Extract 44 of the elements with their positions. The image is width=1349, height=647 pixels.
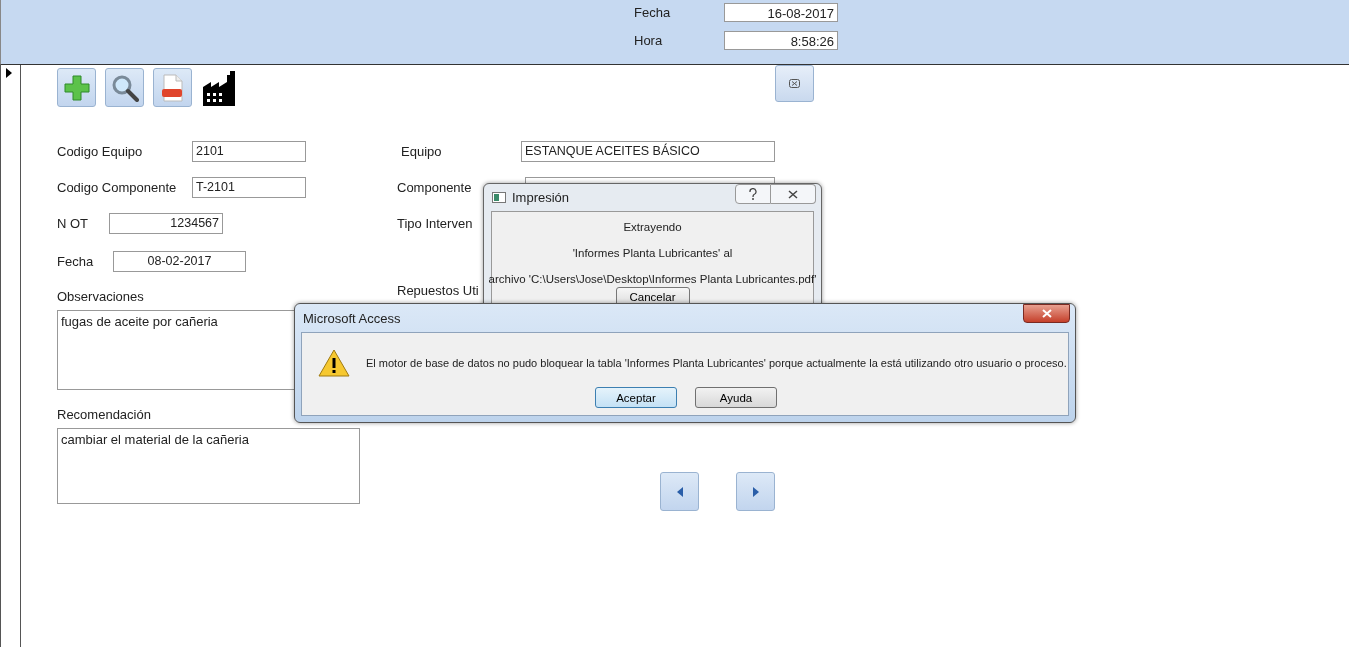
- text-field[interactable]: ESTANQUE ACEITES BÁSICO: [521, 141, 775, 162]
- text-area[interactable]: cambiar el material de la cañeria: [57, 428, 360, 504]
- close-icon: [1041, 309, 1052, 318]
- close-button[interactable]: [771, 184, 816, 204]
- field-label: Codigo Componente: [57, 180, 178, 195]
- field-label: Observaciones: [57, 289, 145, 304]
- dialog-button[interactable]: Ayuda: [695, 387, 777, 408]
- field-label: Repuestos Uti: [397, 283, 479, 298]
- text-field[interactable]: 08-02-2017: [113, 251, 246, 272]
- right-arrow-icon: [752, 486, 759, 497]
- text-field[interactable]: 16-08-2017: [724, 3, 838, 22]
- field-label: Componente: [397, 180, 473, 195]
- field-label: Tipo Interven: [397, 216, 473, 231]
- field-label: Codigo Equipo: [57, 144, 144, 159]
- dialog-text: archivo 'C:\Users\Jose\Desktop\Informes Planta Lubricantes.pdf': [488, 272, 817, 286]
- text-field[interactable]: 2101: [192, 141, 306, 162]
- field-label: Recomendación: [57, 407, 152, 422]
- field-label: Hora: [634, 33, 664, 48]
- alert-message: El motor de base de datos no pudo bloquear la tabla 'Informes Planta Lubricantes' porque actualmente la está utilizando otro usuario o proceso.: [366, 357, 1067, 369]
- close-button[interactable]: [1023, 304, 1070, 323]
- field-label: Fecha: [634, 5, 672, 20]
- dialog-title: Impresión: [512, 190, 570, 205]
- search-icon: [110, 73, 139, 102]
- close-icon: [789, 79, 800, 88]
- field-label: Equipo: [400, 144, 443, 159]
- plus-icon: [63, 74, 90, 101]
- left-arrow-icon: [676, 486, 683, 497]
- text-field[interactable]: 1234567: [109, 213, 223, 234]
- text-field[interactable]: 8:58:26: [724, 31, 838, 50]
- help-button[interactable]: [735, 184, 771, 204]
- field-label: Fecha: [57, 254, 95, 269]
- warning-icon: [318, 349, 350, 377]
- text-field[interactable]: T-2101: [192, 177, 306, 198]
- current-record-icon: [6, 68, 12, 78]
- window-icon: [492, 192, 506, 203]
- help-icon: [749, 188, 757, 200]
- toolbar-button[interactable]: [105, 68, 144, 107]
- dialog-text: Extrayendo: [623, 220, 682, 234]
- field-label: N OT: [57, 216, 90, 231]
- pdf-file-icon: [160, 73, 185, 102]
- dialog-text: 'Informes Planta Lubricantes' al: [572, 246, 733, 260]
- close-form-button[interactable]: [775, 65, 814, 102]
- dialog-button[interactable]: Aceptar: [595, 387, 677, 408]
- close-icon: [788, 189, 798, 199]
